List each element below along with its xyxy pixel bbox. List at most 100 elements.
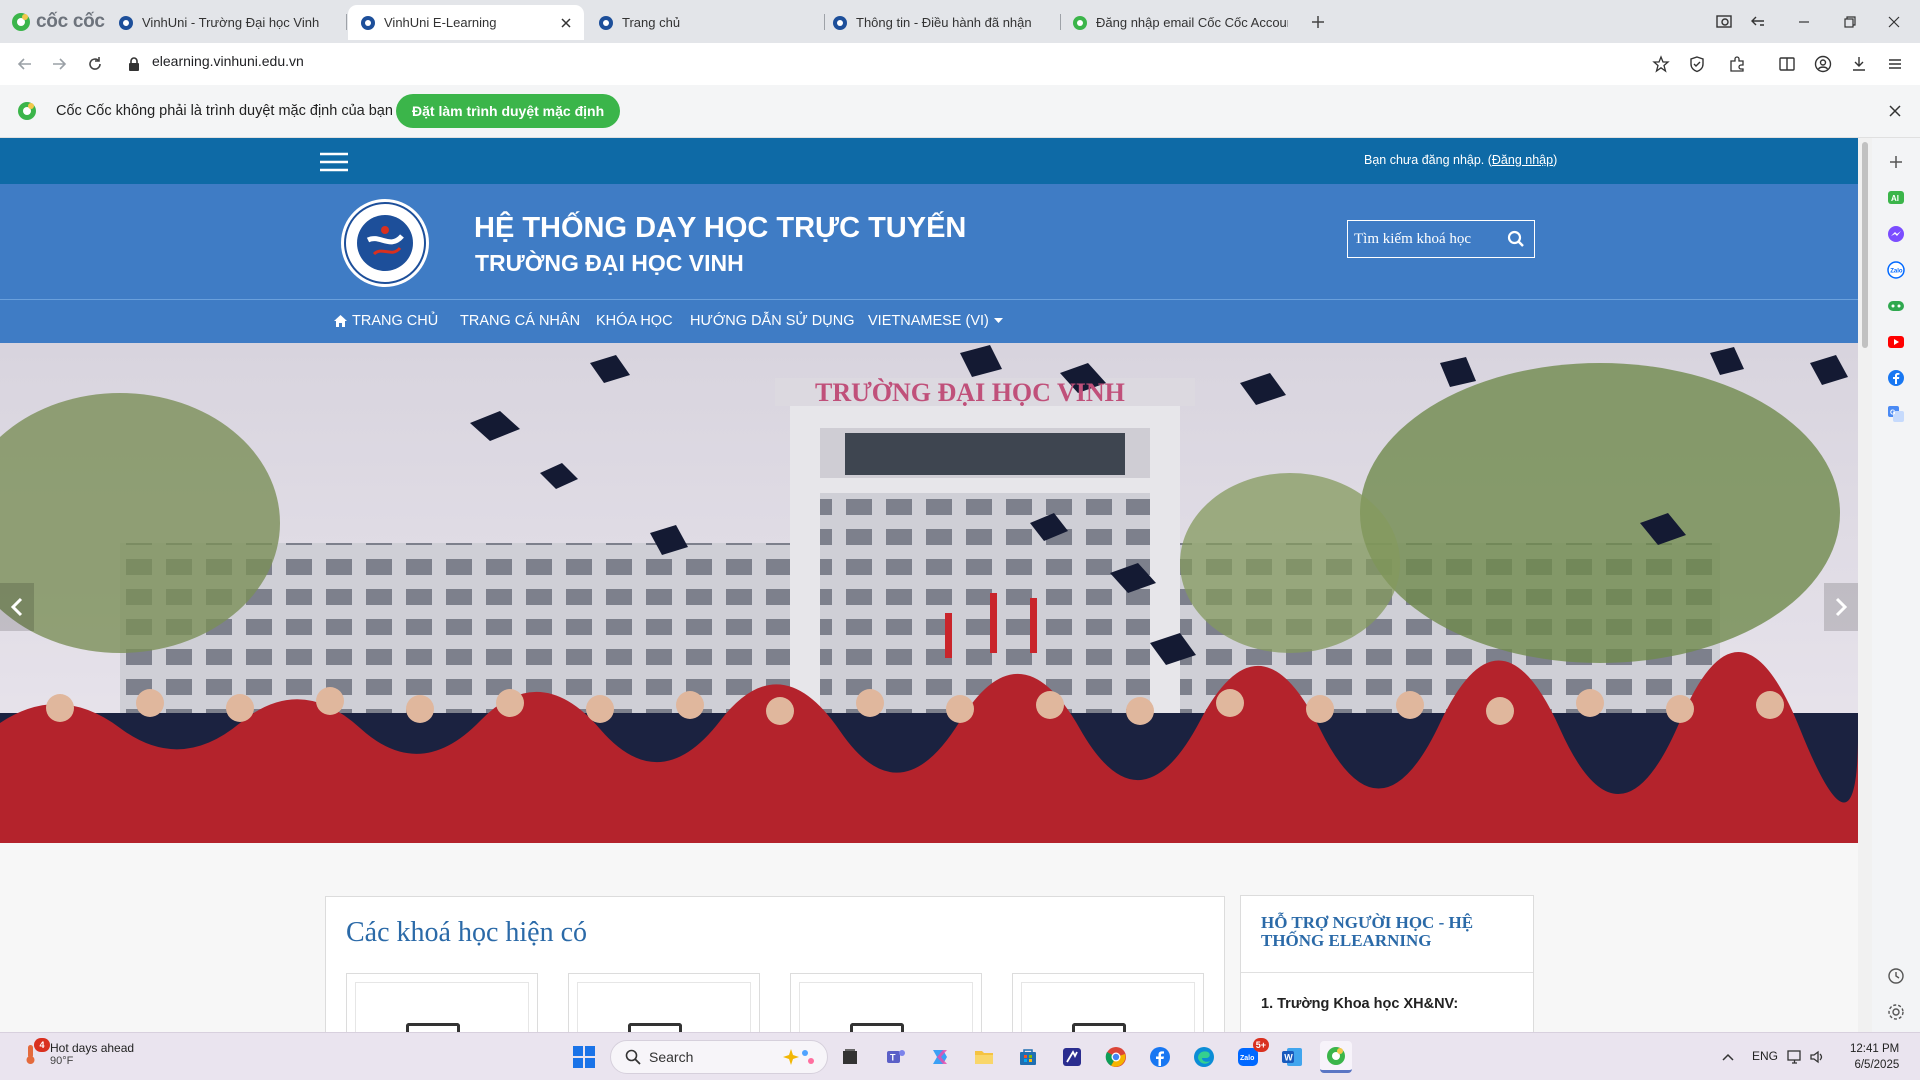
sidebar-translate-button[interactable]: G: [1886, 404, 1906, 424]
course-card[interactable]: [568, 973, 760, 1032]
taskbar-edge[interactable]: [1188, 1041, 1220, 1073]
taskbar-chrome[interactable]: [1100, 1041, 1132, 1073]
taskbar-facebook[interactable]: [1144, 1041, 1176, 1073]
back-button[interactable]: [12, 51, 38, 77]
taskbar-task-view[interactable]: [834, 1041, 866, 1073]
carousel-prev-button[interactable]: [0, 583, 34, 631]
coccoc-brand[interactable]: cốc cốc: [10, 9, 105, 35]
course-thumbnail: [1021, 982, 1195, 1032]
address-bar[interactable]: elearning.vinhuni.edu.vn: [152, 53, 304, 69]
menu-button[interactable]: [1882, 51, 1908, 77]
site-subtitle: TRƯỜNG ĐẠI HỌC VINH: [475, 250, 744, 276]
input-language[interactable]: ENG: [1752, 1049, 1778, 1063]
sidebar-youtube-button[interactable]: [1886, 332, 1906, 352]
sidebar-settings-button[interactable]: [1886, 1002, 1906, 1022]
tray-overflow-button[interactable]: [1712, 1041, 1744, 1073]
course-card[interactable]: [790, 973, 982, 1032]
network-icon: [1787, 1050, 1801, 1064]
home-icon: [334, 315, 347, 327]
set-default-browser-button[interactable]: Đặt làm trình duyệt mặc định: [396, 94, 621, 128]
login-link[interactable]: Đăng nhập: [1492, 153, 1553, 167]
weather-widget[interactable]: 4 Hot days ahead 90°F: [18, 1038, 134, 1067]
sidebar-history-button[interactable]: [1886, 966, 1906, 986]
tab-search-button[interactable]: [1710, 8, 1738, 36]
close-window-button[interactable]: [1880, 8, 1908, 36]
course-card[interactable]: [346, 973, 538, 1032]
split-view-button[interactable]: [1774, 51, 1800, 77]
tab-vinhuni[interactable]: VinhUni - Trường Đại học Vinh: [106, 5, 346, 40]
minimize-button[interactable]: [1790, 8, 1818, 36]
copilot-icon: [933, 1050, 947, 1064]
taskbar-zalo[interactable]: Zalo 5+: [1232, 1038, 1269, 1073]
taskbar-file-explorer[interactable]: [968, 1041, 1000, 1073]
search-highlight-icon: [783, 1049, 814, 1065]
infobar-message: Cốc Cốc không phải là trình duyệt mặc đị…: [56, 103, 393, 119]
site-info-button[interactable]: [124, 51, 144, 77]
sidebar-ai-button[interactable]: AI: [1886, 188, 1906, 208]
whiteboard-app-icon: [1063, 1048, 1081, 1066]
sidebar-game-button[interactable]: [1886, 296, 1906, 316]
tab-trang-chu[interactable]: Trang chủ: [586, 5, 826, 40]
folder-icon: [975, 1051, 993, 1064]
tab-thong-tin[interactable]: Thông tin - Điều hành đã nhận: [820, 5, 1060, 40]
course-card[interactable]: [1012, 973, 1204, 1032]
close-tab-icon[interactable]: [558, 15, 574, 31]
bookmark-button[interactable]: [1648, 51, 1674, 77]
clock-date: 6/5/2025: [1854, 1059, 1900, 1071]
nav-courses[interactable]: KHÓA HỌC: [596, 313, 673, 329]
nav-user-guide[interactable]: HƯỚNG DẪN SỬ DỤNG: [690, 313, 854, 329]
taskbar-teams[interactable]: T: [880, 1041, 912, 1073]
tab-separator: [346, 14, 347, 30]
laptop-icon: [850, 1023, 904, 1032]
taskbar-search-label: Search: [649, 1049, 694, 1065]
infobar-close-button[interactable]: [1882, 98, 1908, 124]
tab-title: Thông tin - Điều hành đã nhận: [856, 15, 1032, 30]
taskbar-coccoc[interactable]: [1320, 1041, 1352, 1073]
sidebar-messenger-button[interactable]: [1886, 224, 1906, 244]
page-scrollbar[interactable]: [1858, 138, 1872, 1032]
taskbar-search[interactable]: Search: [610, 1040, 828, 1074]
taskbar-app-purple[interactable]: [1056, 1041, 1088, 1073]
svg-text:Zalo: Zalo: [1890, 269, 1903, 275]
course-search-input[interactable]: Tìm kiếm khoá học: [1348, 231, 1498, 248]
vinhuni-favicon-icon: [833, 15, 847, 30]
carousel-next-button[interactable]: [1824, 583, 1858, 631]
translate-icon: G: [1888, 406, 1904, 422]
brand-name: cốc cốc: [36, 11, 105, 32]
vinh-university-logo[interactable]: [340, 198, 430, 288]
facebook-icon: [1150, 1047, 1170, 1067]
start-button[interactable]: [568, 1041, 600, 1073]
downloads-button[interactable]: [1846, 51, 1872, 77]
coccoc-logo-icon: [1327, 1046, 1345, 1065]
nav-language[interactable]: VIETNAMESE (VI): [868, 313, 1003, 329]
tab-vinhuni-elearning[interactable]: VinhUni E-Learning: [348, 5, 584, 40]
forward-button[interactable]: [46, 51, 72, 77]
taskbar-store[interactable]: [1012, 1041, 1044, 1073]
reload-button[interactable]: [82, 51, 108, 77]
nav-home[interactable]: TRANG CHỦ: [334, 313, 438, 329]
search-button[interactable]: [1498, 221, 1534, 257]
taskbar-word[interactable]: W: [1276, 1041, 1308, 1073]
profile-button[interactable]: [1810, 51, 1836, 77]
network-volume-tray[interactable]: [1784, 1041, 1828, 1073]
sidebar-add-button[interactable]: [1886, 152, 1906, 172]
back-history-button[interactable]: [1745, 8, 1773, 36]
ai-chat-icon: AI: [1888, 191, 1904, 204]
scrollbar-thumb[interactable]: [1862, 142, 1868, 348]
sidebar-facebook-button[interactable]: [1886, 368, 1906, 388]
word-icon: W: [1282, 1048, 1302, 1066]
system-clock[interactable]: 12:41 PM 6/5/2025: [1850, 1041, 1899, 1073]
nav-drawer-icon[interactable]: [320, 152, 348, 172]
tab-dang-nhap-email[interactable]: Đăng nhập email Cốc Cốc Accoun: [1060, 5, 1300, 40]
tab-title: VinhUni - Trường Đại học Vinh: [142, 15, 320, 30]
sidebar-zalo-button[interactable]: Zalo: [1886, 260, 1906, 280]
nav-personal[interactable]: TRANG CÁ NHÂN: [460, 313, 580, 329]
course-search-box: Tìm kiếm khoá học: [1347, 220, 1535, 258]
new-tab-button[interactable]: [1304, 8, 1332, 36]
restore-button[interactable]: [1836, 8, 1864, 36]
adblock-button[interactable]: [1684, 51, 1710, 77]
extensions-button[interactable]: [1724, 51, 1750, 77]
chevron-right-icon: [1835, 597, 1848, 617]
support-item[interactable]: 1. Trường Khoa học XH&NV:: [1261, 996, 1458, 1012]
taskbar-copilot[interactable]: [924, 1041, 956, 1073]
